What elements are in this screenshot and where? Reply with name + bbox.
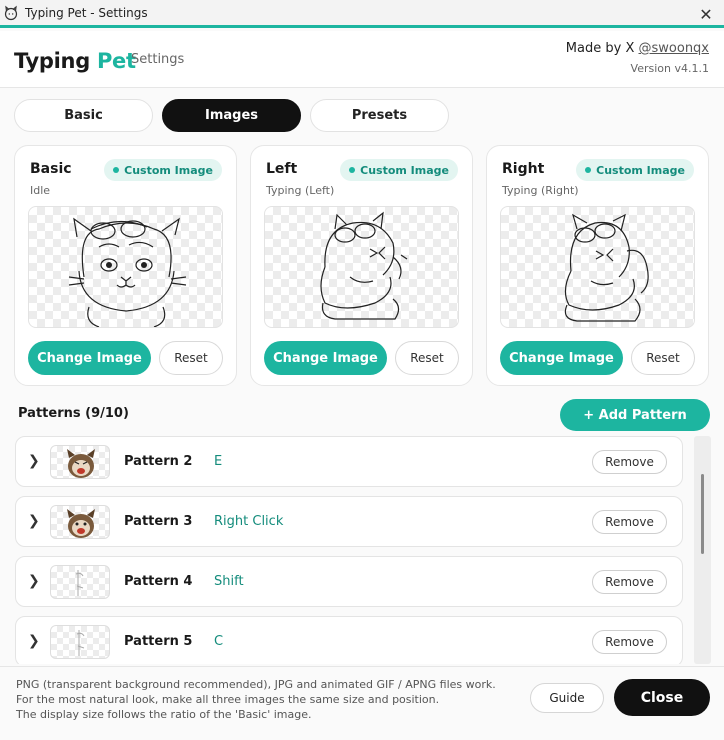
made-by-prefix: Made by X	[565, 41, 635, 56]
close-button[interactable]: Close	[614, 679, 710, 716]
add-pattern-button[interactable]: + Add Pattern	[560, 399, 710, 431]
remove-pattern-button[interactable]: Remove	[592, 510, 667, 534]
patterns-list: ❯ Pattern 2 E Remove ❯ Pattern 3 Right C…	[15, 436, 711, 664]
status-dot-icon	[585, 167, 592, 173]
badge-label: Custom Image	[596, 163, 685, 177]
card-subtitle: Typing (Right)	[502, 184, 579, 197]
image-card-basic: Basic Idle Custom Image Change Image Res…	[14, 145, 237, 386]
remove-pattern-button[interactable]: Remove	[592, 570, 667, 594]
pattern-thumbnail	[50, 565, 110, 599]
window-title: Typing Pet - Settings	[25, 5, 148, 20]
footnote-line: The display size follows the ratio of th…	[16, 708, 312, 721]
window-titlebar: Typing Pet - Settings ✕	[0, 0, 724, 28]
chevron-right-icon[interactable]: ❯	[28, 633, 42, 651]
pattern-name: Pattern 4	[124, 574, 193, 589]
pattern-key: E	[214, 454, 223, 469]
footnote-line: PNG (transparent background recommended)…	[16, 678, 496, 691]
sketch-thumbnail-icon	[75, 570, 84, 596]
pattern-name: Pattern 2	[124, 454, 193, 469]
badge-label: Custom Image	[124, 163, 213, 177]
brand-accent: Pet	[96, 49, 136, 73]
pattern-row[interactable]: ❯ Pattern 2 E Remove	[15, 436, 683, 487]
tab-presets[interactable]: Presets	[310, 99, 449, 132]
image-preview-basic	[28, 206, 223, 328]
card-title: Right	[502, 161, 545, 177]
cat-app-icon	[4, 5, 18, 20]
footnote-line: For the most natural look, make all thre…	[16, 693, 440, 706]
change-image-button[interactable]: Change Image	[264, 341, 387, 375]
image-card-left: Left Typing (Left) Custom Image Change I…	[250, 145, 473, 386]
pattern-row[interactable]: ❯ Pattern 3 Right Click Remove	[15, 496, 683, 547]
raccoon-thumbnail-icon	[67, 509, 95, 538]
reset-button[interactable]: Reset	[159, 341, 223, 375]
image-card-right: Right Typing (Right) Custom Image Change…	[486, 145, 709, 386]
raccoon-thumbnail-icon	[67, 449, 95, 478]
custom-image-badge: Custom Image	[340, 159, 458, 181]
pattern-row[interactable]: ❯ Pattern 4 Shift Remove	[15, 556, 683, 607]
change-image-button[interactable]: Change Image	[500, 341, 623, 375]
custom-image-badge: Custom Image	[576, 159, 694, 181]
patterns-title: Patterns (9/10)	[18, 406, 129, 421]
guide-button[interactable]: Guide	[530, 683, 604, 713]
card-subtitle: Typing (Left)	[266, 184, 335, 197]
card-title: Basic	[30, 161, 72, 177]
tab-images[interactable]: Images	[162, 99, 301, 132]
chevron-right-icon[interactable]: ❯	[28, 513, 42, 531]
pattern-name: Pattern 3	[124, 514, 193, 529]
tab-basic[interactable]: Basic	[14, 99, 153, 132]
status-dot-icon	[113, 167, 120, 173]
brand-main: Typing	[14, 49, 90, 73]
window-close-icon[interactable]: ✕	[696, 4, 716, 24]
pattern-key: C	[214, 634, 224, 649]
pattern-thumbnail	[50, 445, 110, 479]
pattern-thumbnail	[50, 505, 110, 539]
pattern-thumbnail	[50, 625, 110, 659]
cat-typing-right-illustration	[564, 213, 649, 322]
cat-typing-left-illustration	[320, 211, 408, 320]
card-subtitle: Idle	[30, 184, 51, 197]
remove-pattern-button[interactable]: Remove	[592, 630, 667, 654]
pattern-key: Shift	[214, 574, 244, 589]
custom-image-badge: Custom Image	[104, 159, 222, 181]
page-subtitle: Settings	[131, 52, 185, 67]
sketch-thumbnail-icon	[76, 630, 85, 656]
status-dot-icon	[349, 167, 356, 173]
reset-button[interactable]: Reset	[395, 341, 459, 375]
image-preview-right	[500, 206, 695, 328]
card-title: Left	[266, 161, 298, 177]
brand-logo: Typing Pet	[14, 49, 136, 73]
image-preview-left	[264, 206, 459, 328]
patterns-scrollbar[interactable]	[694, 436, 711, 664]
cat-idle-illustration	[68, 217, 187, 327]
pattern-row[interactable]: ❯ Pattern 5 C Remove	[15, 616, 683, 664]
change-image-button[interactable]: Change Image	[28, 341, 151, 375]
chevron-right-icon[interactable]: ❯	[28, 573, 42, 591]
scrollbar-thumb[interactable]	[701, 474, 704, 554]
chevron-right-icon[interactable]: ❯	[28, 453, 42, 471]
reset-button[interactable]: Reset	[631, 341, 695, 375]
app-header: Typing Pet Settings Made by X @swoonqx V…	[0, 31, 724, 88]
badge-label: Custom Image	[360, 163, 449, 177]
made-by: Made by X @swoonqx	[566, 41, 709, 56]
remove-pattern-button[interactable]: Remove	[592, 450, 667, 474]
pattern-key: Right Click	[214, 514, 284, 529]
author-link[interactable]: @swoonqx	[639, 41, 710, 56]
version-label: Version v4.1.1	[630, 62, 709, 75]
pattern-name: Pattern 5	[124, 634, 193, 649]
